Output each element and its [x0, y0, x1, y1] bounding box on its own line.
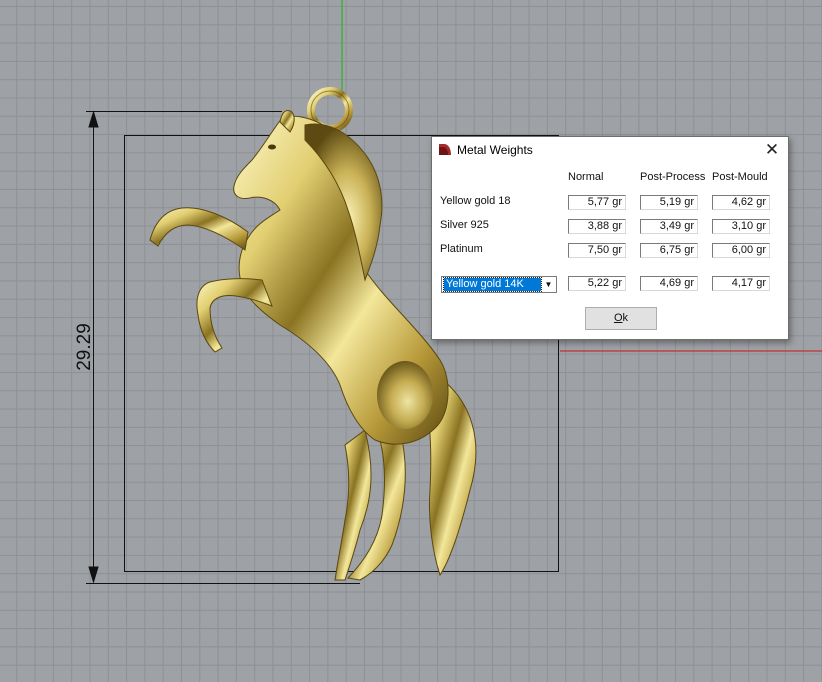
- column-header-normal: Normal: [568, 171, 604, 183]
- value-field[interactable]: 4,62 gr: [712, 195, 770, 210]
- selected-metal: Yellow gold 14K: [443, 277, 542, 292]
- value-field[interactable]: 5,22 gr: [568, 276, 626, 291]
- metal-weights-dialog: Metal Weights ✕ Normal Post-Process Post…: [431, 136, 789, 340]
- ring-icon: [439, 144, 451, 155]
- value-field[interactable]: 5,19 gr: [640, 195, 698, 210]
- ok-button-mnemonic: O: [613, 312, 623, 324]
- value-field[interactable]: 3,10 gr: [712, 219, 770, 234]
- value-field[interactable]: 7,50 gr: [568, 243, 626, 258]
- close-button[interactable]: ✕: [758, 138, 786, 162]
- value-field[interactable]: 5,77 gr: [568, 195, 626, 210]
- value-field[interactable]: 4,17 gr: [712, 276, 770, 291]
- dimension-value: 29.29: [74, 323, 95, 371]
- value-field[interactable]: 3,49 gr: [640, 219, 698, 234]
- close-icon: ✕: [764, 140, 780, 159]
- chevron-down-icon[interactable]: ▼: [541, 277, 556, 292]
- row-label-platinum: Platinum: [440, 243, 483, 255]
- metal-select-dropdown[interactable]: Yellow gold 14K ▼: [441, 276, 557, 293]
- ok-button[interactable]: Ok: [585, 307, 657, 330]
- ok-button-label-rest: k: [622, 312, 629, 324]
- value-field[interactable]: 4,69 gr: [640, 276, 698, 291]
- value-field[interactable]: 3,88 gr: [568, 219, 626, 234]
- rhino-viewport[interactable]: 29.29: [0, 0, 822, 682]
- dialog-title: Metal Weights: [457, 143, 533, 157]
- column-header-post-process: Post-Process: [640, 171, 706, 183]
- dialog-titlebar[interactable]: Metal Weights ✕: [432, 137, 788, 163]
- column-header-post-mould: Post-Mould: [712, 171, 768, 183]
- row-label-yellow-gold-18: Yellow gold 18: [440, 195, 511, 207]
- row-label-silver-925: Silver 925: [440, 219, 489, 231]
- viewport-scene: 29.29: [74, 0, 822, 584]
- horse-pendant-model[interactable]: [149, 87, 477, 581]
- value-field[interactable]: 6,00 gr: [712, 243, 770, 258]
- value-field[interactable]: 6,75 gr: [640, 243, 698, 258]
